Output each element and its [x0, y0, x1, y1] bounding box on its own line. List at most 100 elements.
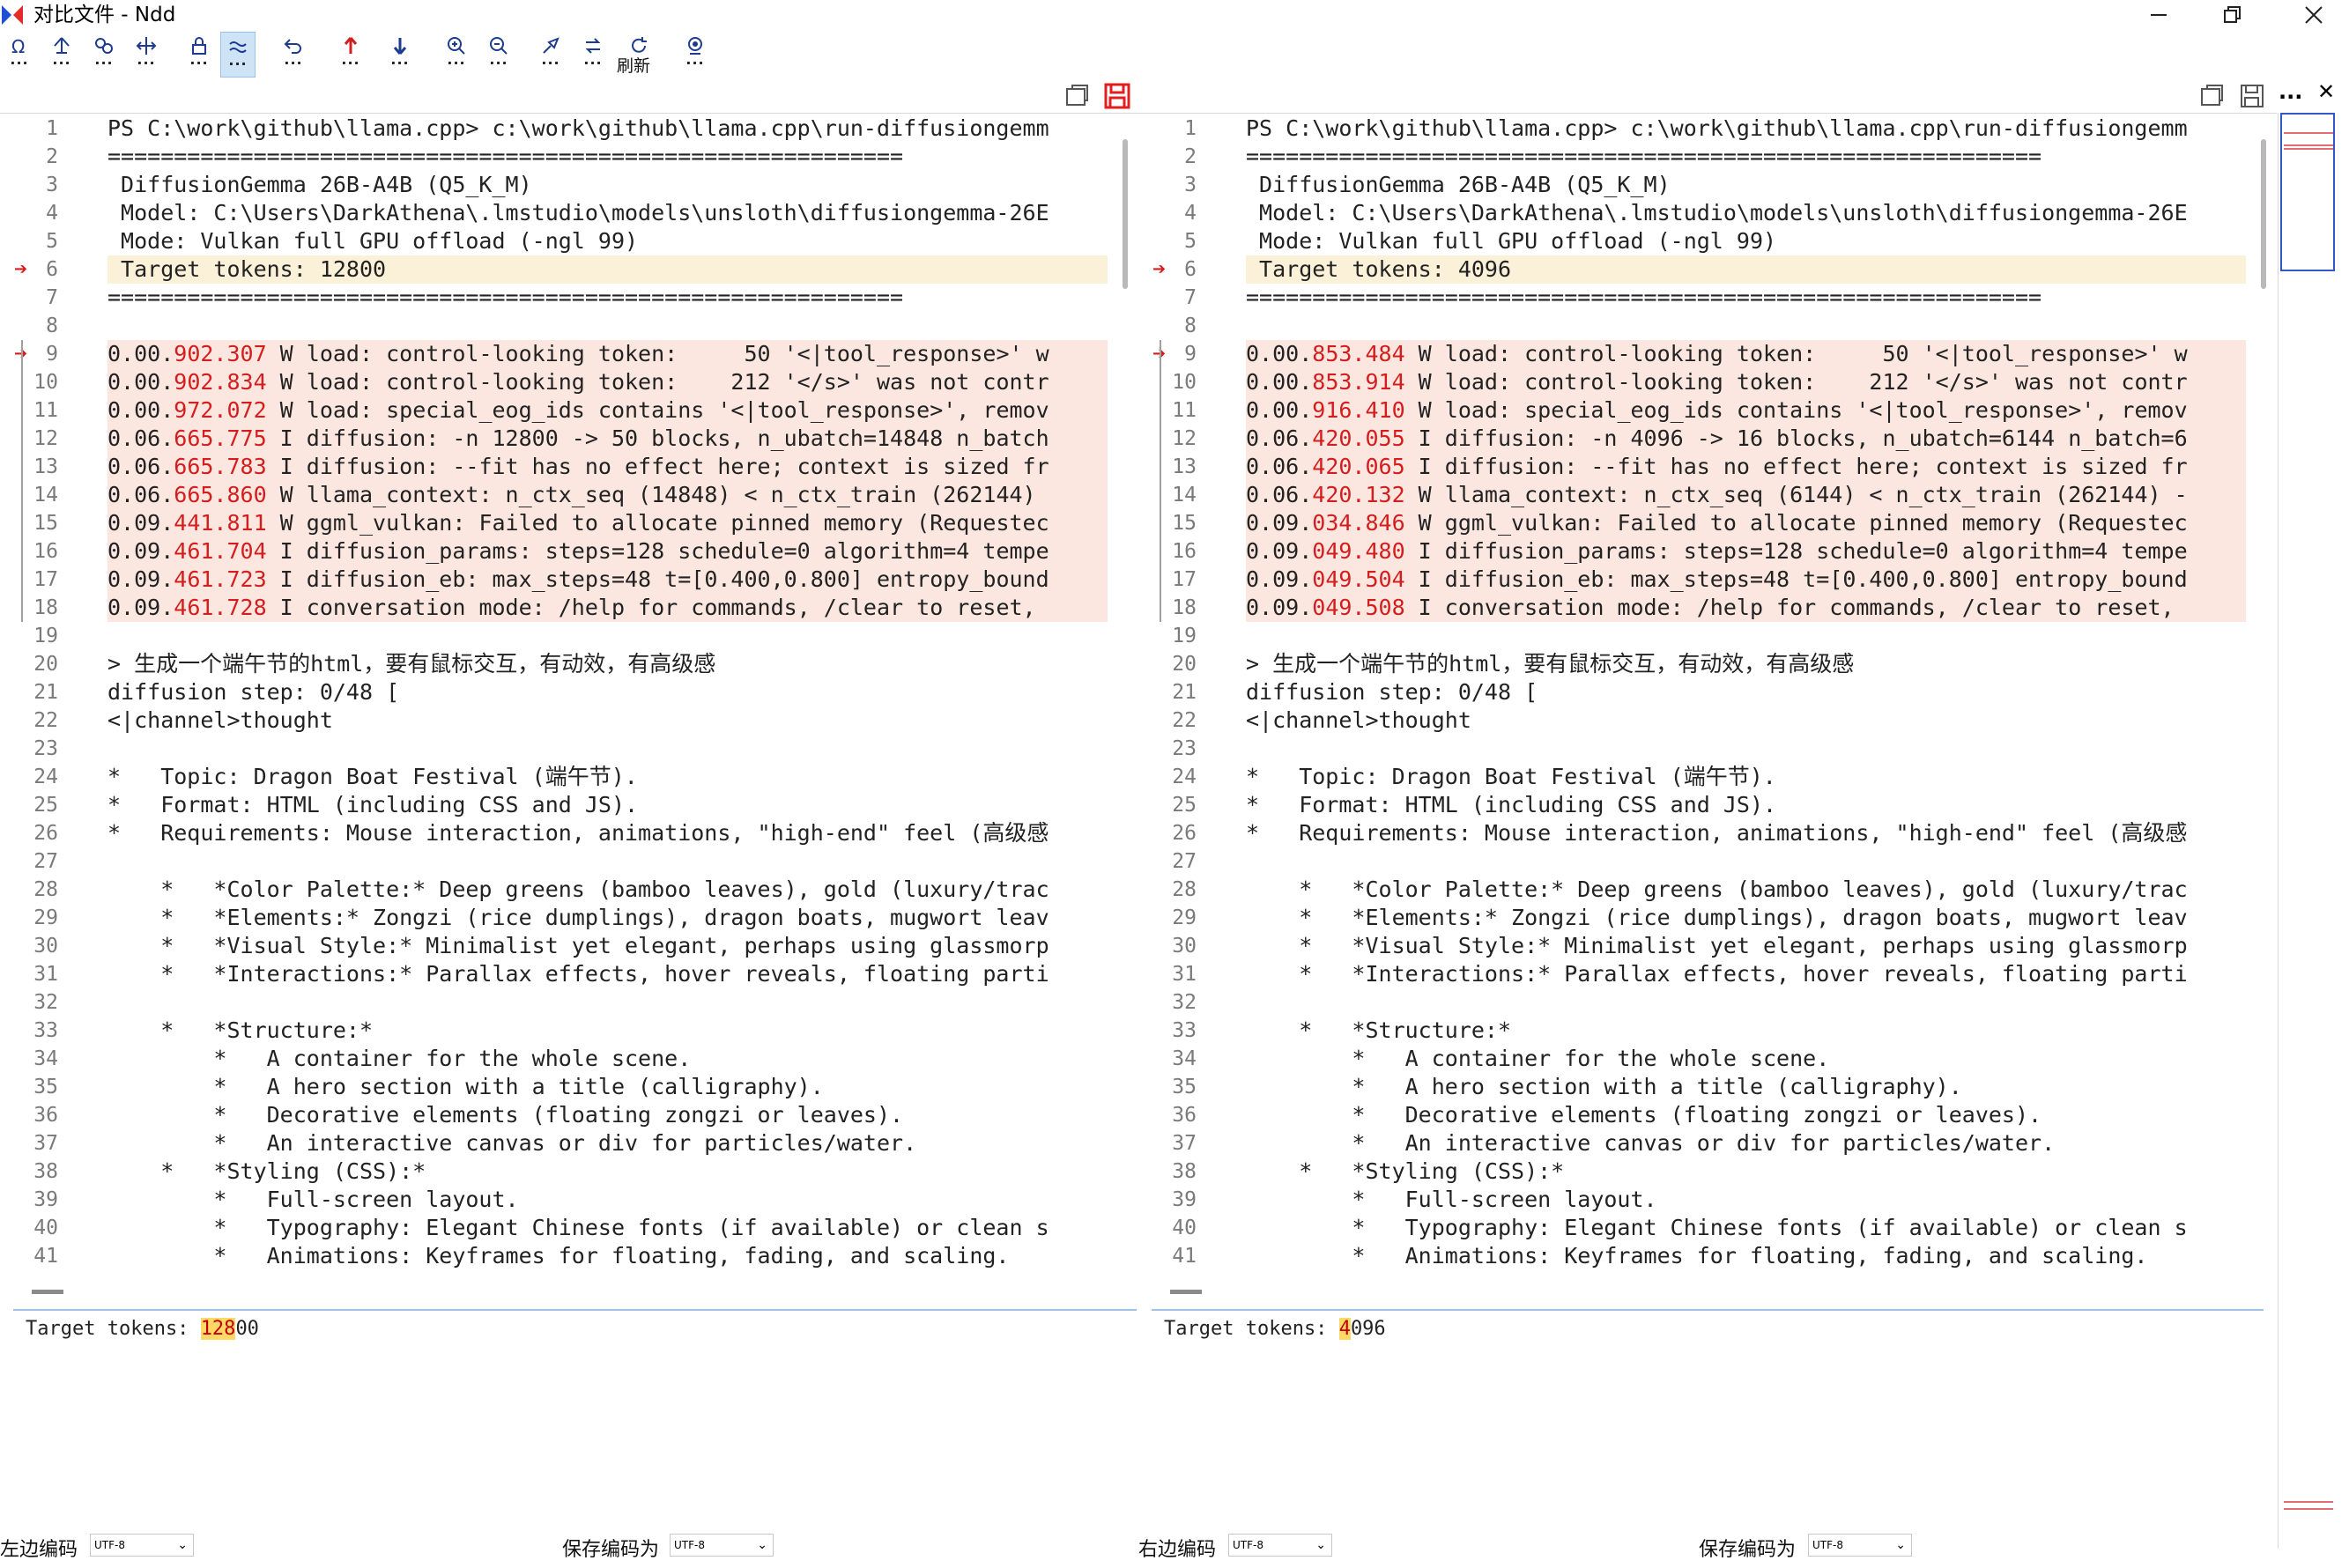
zoom-out-button[interactable]: ...	[481, 32, 516, 78]
left-save-encoding-select[interactable]: UTF-8 ⌄	[670, 1534, 774, 1557]
left-pin-button[interactable]	[1061, 81, 1093, 111]
code-line: * Full-screen layout.	[107, 1187, 519, 1212]
line-number: 28	[1172, 878, 1197, 901]
minimize-button[interactable]	[2123, 0, 2194, 30]
whitespace-button[interactable]: Ω...	[2, 32, 37, 78]
code-line: 0.09.461.728 I conversation mode: /help …	[107, 594, 1108, 622]
code-line: * A hero section with a title (calligrap…	[1246, 1074, 1962, 1099]
code-line: ========================================…	[1246, 285, 2042, 310]
right-detail-text: Target tokens: 4096	[1164, 1318, 1386, 1340]
right-code-area[interactable]: PS C:\work\github\llama.cpp> c:\work\git…	[1246, 115, 2246, 1283]
code-line: 0.06.420.065 I diffusion: --fit has no e…	[1246, 453, 2246, 481]
line-number: 36	[33, 1104, 58, 1127]
close-compare-button[interactable]: ✕	[2317, 79, 2349, 111]
line-number: 32	[33, 991, 58, 1014]
right-save-encoding-value: UTF-8	[1812, 1539, 1843, 1551]
line-number: 28	[33, 878, 58, 901]
code-line: * *Elements:* Zongzi (rice dumplings), d…	[107, 905, 1049, 930]
code-line: * *Color Palette:* Deep greens (bamboo l…	[1246, 876, 2188, 902]
change-bar	[21, 340, 23, 622]
left-hscroll-thumb[interactable]	[32, 1290, 63, 1294]
left-vertical-scrollbar[interactable]	[1121, 115, 1131, 1283]
code-line: ========================================…	[107, 285, 904, 310]
right-editor[interactable]: 123456➔789➔10111213141516171819202122232…	[1138, 115, 2257, 1283]
diff-minimap[interactable]	[2278, 113, 2337, 1549]
code-line: Model: C:\Users\DarkAthena\.lmstudio\mod…	[107, 200, 1049, 226]
line-number: 38	[33, 1160, 58, 1183]
right-scroll-thumb[interactable]	[2261, 139, 2266, 289]
restore-button[interactable]	[2197, 0, 2268, 30]
line-number: 15	[1172, 512, 1197, 535]
line-number: 29	[33, 906, 58, 929]
line-number: 5	[1184, 230, 1197, 253]
code-line: * Topic: Dragon Boat Festival (端午节).	[1246, 764, 1776, 789]
zoom-in-button[interactable]: ...	[439, 32, 474, 78]
minimap-diff-mark	[2284, 1501, 2333, 1503]
chevron-down-icon: ⌄	[1895, 1538, 1906, 1552]
line-number: 37	[1172, 1132, 1197, 1155]
close-button[interactable]	[2279, 0, 2349, 30]
line-number: 11	[1172, 399, 1197, 422]
compare-button[interactable]: ...	[86, 32, 122, 78]
left-editor[interactable]: 123456➔789➔10111213141516171819202122232…	[0, 115, 1119, 1283]
left-path-bar	[0, 78, 1138, 114]
right-encoding-select[interactable]: UTF-8 ⌄	[1228, 1534, 1332, 1557]
prev-diff-button[interactable]: ...	[333, 32, 368, 78]
right-vertical-scrollbar[interactable]	[2259, 115, 2270, 1283]
code-line: * Requirements: Mouse interaction, anima…	[1246, 820, 2188, 846]
right-pin-button[interactable]	[2196, 81, 2227, 111]
code-line: 0.09.441.811 W ggml_vulkan: Failed to al…	[107, 509, 1108, 537]
split-button[interactable]: ...	[129, 32, 164, 78]
right-hscroll-thumb[interactable]	[1170, 1290, 1202, 1294]
line-number: 31	[33, 963, 58, 986]
left-save-button[interactable]	[1101, 81, 1133, 111]
left-horizontal-scrollbar[interactable]	[0, 1284, 1119, 1298]
code-line: * *Interactions:* Parallax effects, hove…	[107, 961, 1049, 987]
line-number: 12	[1172, 427, 1197, 450]
minimap-diff-mark	[2284, 148, 2333, 150]
code-line: * A hero section with a title (calligrap…	[107, 1074, 824, 1099]
minimap-viewport[interactable]	[2280, 113, 2335, 271]
line-number: 10	[33, 371, 58, 394]
approx-equal-button[interactable]: ...	[220, 32, 256, 78]
clear-button[interactable]: ...	[533, 32, 568, 78]
window-title: 对比文件 - Ndd	[33, 4, 176, 26]
right-path-input[interactable]	[1140, 79, 2189, 109]
left-code-area[interactable]: PS C:\work\github\llama.cpp> c:\work\git…	[107, 115, 1108, 1283]
left-scroll-thumb[interactable]	[1123, 139, 1128, 289]
line-number: 7	[46, 286, 58, 309]
line-number: 37	[33, 1132, 58, 1155]
prev-diff-block-button[interactable]: ...	[44, 32, 79, 78]
lock-button[interactable]: ...	[182, 32, 217, 78]
code-line: <|channel>thought	[1246, 707, 1471, 733]
line-number: 4	[46, 202, 58, 225]
line-number: 22	[33, 709, 58, 732]
left-gutter: 123456➔789➔10111213141516171819202122232…	[0, 115, 106, 1283]
diff-arrow-icon: ➔	[14, 260, 28, 278]
right-horizontal-scrollbar[interactable]	[1138, 1284, 2257, 1298]
next-diff-button[interactable]: ...	[382, 32, 418, 78]
line-number: 34	[1172, 1047, 1197, 1070]
right-save-encoding-select[interactable]: UTF-8 ⌄	[1808, 1534, 1912, 1557]
right-gutter: 123456➔789➔10111213141516171819202122232…	[1138, 115, 1244, 1283]
line-number: 21	[1172, 681, 1197, 704]
sync-button[interactable]: ...	[575, 32, 611, 78]
settings-button[interactable]: ...	[678, 32, 713, 78]
left-encoding-select[interactable]: UTF-8 ⌄	[90, 1534, 194, 1557]
diff-arrow-icon: ➔	[1152, 260, 1167, 278]
more-button[interactable]: ...	[2279, 79, 2305, 111]
line-number: 7	[1184, 286, 1197, 309]
code-line: * *Styling (CSS):*	[107, 1158, 426, 1184]
code-line: * An interactive canvas or div for parti…	[107, 1130, 917, 1156]
undo-button[interactable]: ...	[276, 32, 311, 78]
chevron-down-icon: ⌄	[757, 1538, 767, 1552]
change-bar	[1160, 340, 1161, 622]
toolbar: Ω... ... ... ... ... ... ... ... ... ...…	[0, 32, 2349, 78]
right-save-button[interactable]	[2236, 81, 2268, 111]
code-line: <|channel>thought	[107, 707, 333, 733]
code-line: 0.00.853.914 W load: control-looking tok…	[1246, 368, 2246, 396]
left-path-input[interactable]	[2, 79, 1041, 109]
